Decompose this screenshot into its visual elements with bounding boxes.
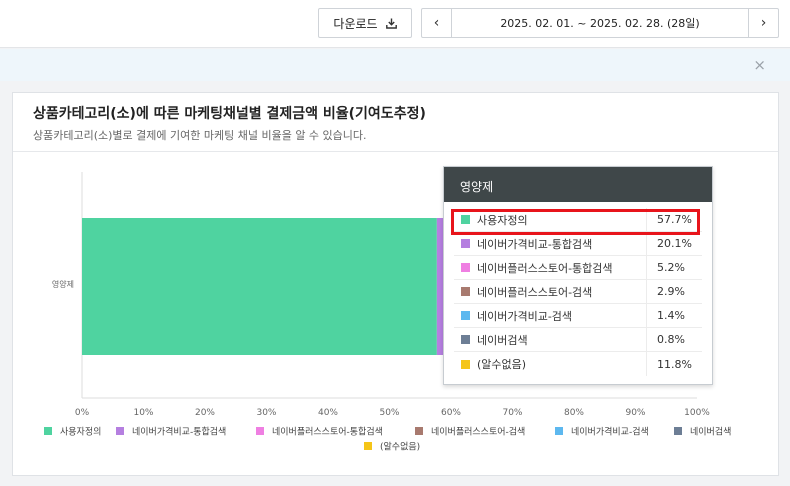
tooltip-series-value: 0.8% [646, 328, 702, 351]
legend-swatch-4 [555, 427, 563, 435]
tooltip-series-name: 네이버플러스스토어-검색 [477, 285, 593, 299]
x-tick-label: 40% [318, 408, 338, 418]
tooltip-title: 영양제 [444, 167, 712, 202]
x-tick-label: 60% [441, 408, 461, 418]
tooltip-series-name: 네이버가격비교-검색 [477, 309, 573, 323]
tooltip-row: 네이버검색 0.8% [454, 328, 702, 352]
tooltip-swatch [461, 311, 470, 320]
legend-swatch-0 [44, 427, 52, 435]
tooltip-series-name: (알수없음) [477, 358, 527, 371]
tooltip-swatch [461, 359, 470, 369]
tooltip-swatch [461, 287, 470, 296]
legend-swatch-5 [674, 427, 682, 435]
tooltip-series-value: 5.2% [646, 256, 702, 279]
legend-label-3[interactable]: 네이버플러스스토어-검색 [431, 426, 525, 438]
x-tick-label: 80% [564, 408, 584, 418]
tooltip-row: 네이버플러스스토어-검색 2.9% [454, 280, 702, 304]
tooltip-row: 네이버플러스스토어-통합검색 5.2% [454, 256, 702, 280]
legend-swatch-3 [415, 427, 423, 435]
legend-label-6[interactable]: (알수없음) [380, 442, 420, 453]
tooltip-series-value: 11.8% [646, 352, 702, 376]
x-tick-label: 50% [379, 408, 399, 418]
x-tick-label: 20% [195, 408, 215, 418]
x-tick-label: 0% [75, 408, 90, 418]
legend-label-4[interactable]: 네이버가격비교-검색 [571, 426, 649, 438]
tooltip-swatch [461, 335, 470, 344]
tooltip-series-value: 1.4% [646, 304, 702, 327]
tooltip-row: 네이버가격비교-통합검색 20.1% [454, 232, 702, 256]
legend-label-2[interactable]: 네이버플러스스토어-통합검색 [272, 426, 383, 438]
tooltip-series-value: 20.1% [646, 232, 702, 255]
legend-swatch-1 [116, 427, 124, 435]
tooltip-series-name: 네이버가격비교-통합검색 [477, 237, 593, 251]
tooltip-series-name: 네이버플러스스토어-통합검색 [477, 261, 613, 275]
legend-label-0[interactable]: 사용자정의 [60, 427, 101, 438]
tooltip-row: 네이버가격비교-검색 1.4% [454, 304, 702, 328]
x-tick-label: 30% [256, 408, 276, 418]
x-tick-label: 10% [133, 408, 153, 418]
category-label: 영양제 [52, 279, 74, 289]
legend-label-5[interactable]: 네이버검색 [690, 426, 731, 438]
legend-swatch-2 [256, 427, 264, 435]
tooltip-series-name: 네이버검색 [477, 333, 528, 347]
x-tick-label: 100% [684, 408, 710, 418]
tooltip-swatch [461, 239, 470, 248]
bar-segment-0[interactable] [82, 218, 437, 355]
x-tick-label: 70% [502, 408, 522, 418]
tooltip-row: (알수없음) 11.8% [454, 352, 702, 376]
legend-label-1[interactable]: 네이버가격비교-통합검색 [132, 426, 226, 438]
tooltip-series-value: 2.9% [646, 280, 702, 303]
tooltip-swatch [461, 263, 470, 272]
highlight-box [451, 209, 700, 235]
legend-swatch-6 [364, 442, 372, 450]
chart-tooltip: 영양제 사용자정의 57.7% 네이버가격비교-통합검색 20.1% 네이버플러스스토어… [443, 166, 713, 385]
x-tick-label: 90% [625, 408, 645, 418]
